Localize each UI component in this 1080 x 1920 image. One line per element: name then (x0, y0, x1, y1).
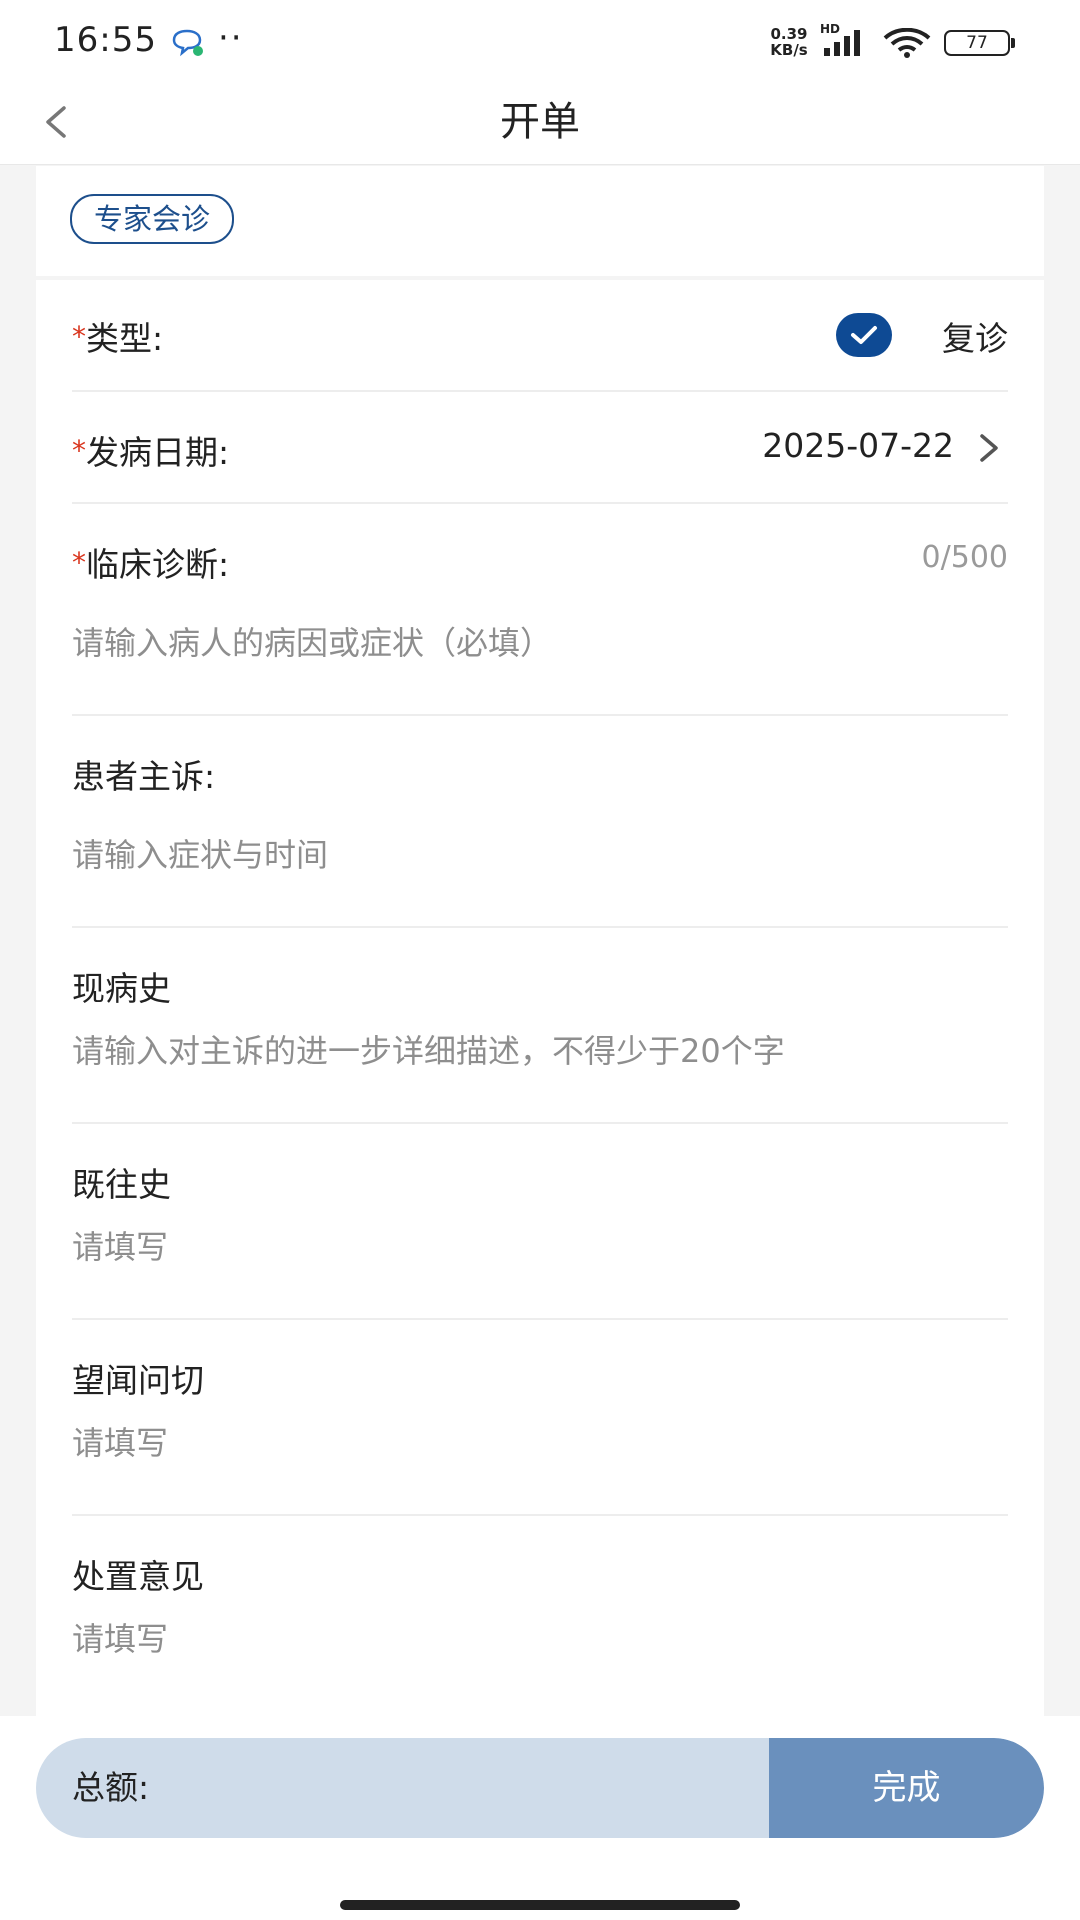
diagnosis-row: *临床诊断: 0/500 请输入病人的病因或症状（必填） (72, 502, 1008, 716)
onset-date-value: 2025-07-22 (762, 426, 954, 465)
battery-icon: 77 (944, 30, 1010, 56)
chat-notification-icon (172, 29, 203, 57)
page-title: 开单 (500, 99, 580, 145)
type-row[interactable]: *类型: 复诊 (72, 280, 1008, 392)
diagnosis-label: *临床诊断: (72, 538, 229, 586)
diagnosis-input[interactable]: 请输入病人的病因或症状（必填） (72, 618, 552, 664)
status-time: 16:55 (54, 20, 157, 60)
app-header: 开单 (0, 80, 1080, 165)
battery-tip (1011, 38, 1015, 48)
onset-date-label-text: 发病日期: (86, 433, 230, 472)
onset-date-label: *发病日期: (72, 426, 229, 474)
page: 16:55 ·· 0.39 KB/s HD 77 开单 专家会诊 *类型: 复诊… (0, 0, 1080, 1920)
tcm-exam-row: 望闻问切 请填写 (72, 1318, 1008, 1516)
treatment-input[interactable]: 请填写 (72, 1614, 168, 1660)
type-value: 复诊 (942, 319, 1008, 358)
onset-date-row[interactable]: *发病日期: 2025-07-22 (72, 390, 1008, 504)
check-icon (851, 326, 877, 344)
back-button[interactable] (30, 90, 90, 154)
required-mark: * (72, 320, 86, 353)
consult-type-card: 专家会诊 (36, 166, 1044, 276)
diagnosis-label-text: 临床诊断: (86, 545, 230, 584)
chief-complaint-label: 患者主诉: (72, 757, 216, 796)
diagnosis-char-counter: 0/500 (921, 540, 1008, 575)
past-history-input[interactable]: 请填写 (72, 1222, 168, 1268)
past-history-row: 既往史 请填写 (72, 1122, 1008, 1320)
network-speed-value: 0.39 (770, 25, 808, 43)
present-history-row: 现病史 请输入对主诉的进一步详细描述，不得少于20个字 (72, 926, 1008, 1124)
status-bar: 16:55 ·· 0.39 KB/s HD 77 (0, 0, 1080, 80)
total-label: 总额: (72, 1768, 150, 1807)
chief-complaint-row: 患者主诉: 请输入症状与时间 (72, 714, 1008, 928)
treatment-row: 处置意见 请填写 (72, 1514, 1008, 1710)
cellular-signal-icon (824, 30, 860, 56)
network-speed: 0.39 KB/s (764, 26, 814, 58)
status-more-dots: ·· (218, 18, 244, 58)
checked-circle-icon[interactable] (836, 313, 892, 357)
tcm-exam-label: 望闻问切 (72, 1361, 204, 1400)
past-history-label: 既往史 (72, 1165, 171, 1204)
present-history-label: 现病史 (72, 969, 171, 1008)
chief-complaint-input[interactable]: 请输入症状与时间 (72, 830, 328, 876)
total-bar: 总额: 完成 (36, 1738, 1044, 1838)
home-indicator[interactable] (340, 1900, 740, 1910)
required-mark: * (72, 546, 86, 579)
required-mark: * (72, 434, 86, 467)
treatment-label: 处置意见 (72, 1557, 204, 1596)
present-history-input[interactable]: 请输入对主诉的进一步详细描述，不得少于20个字 (72, 1026, 785, 1072)
type-label: *类型: (72, 312, 163, 360)
chevron-right-icon (980, 434, 998, 462)
bottom-action-area: 总额: 完成 (0, 1716, 1080, 1920)
wifi-icon (883, 28, 931, 58)
chevron-left-icon (46, 106, 66, 138)
type-label-text: 类型: (86, 319, 164, 358)
done-button[interactable]: 完成 (769, 1738, 1044, 1838)
order-form: *类型: 复诊 *发病日期: 2025-07-22 *临床诊断: 0/500 请… (36, 280, 1044, 1720)
tcm-exam-input[interactable]: 请填写 (72, 1418, 168, 1464)
network-speed-unit: KB/s (770, 41, 808, 59)
expert-consult-tag[interactable]: 专家会诊 (70, 194, 235, 244)
